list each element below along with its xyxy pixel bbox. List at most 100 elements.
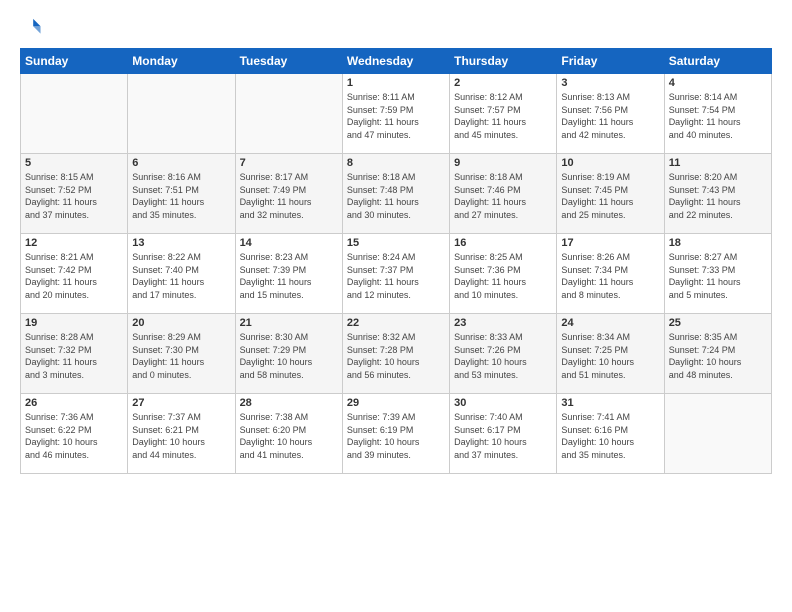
day-number: 11: [669, 157, 767, 169]
day-info: Sunrise: 8:16 AM Sunset: 7:51 PM Dayligh…: [132, 171, 230, 221]
day-cell: 16 Sunrise: 8:25 AM Sunset: 7:36 PM Dayli…: [450, 234, 557, 314]
day-number: 23: [454, 317, 552, 329]
week-row-2: 5 Sunrise: 8:15 AM Sunset: 7:52 PM Daylig…: [21, 154, 772, 234]
day-info: Sunrise: 8:12 AM Sunset: 7:57 PM Dayligh…: [454, 91, 552, 141]
day-cell: [664, 394, 771, 474]
day-cell: 13 Sunrise: 8:22 AM Sunset: 7:40 PM Dayli…: [128, 234, 235, 314]
day-cell: 2 Sunrise: 8:12 AM Sunset: 7:57 PM Daylig…: [450, 74, 557, 154]
day-cell: 17Sunrise: 8:26 AM Sunset: 7:34 PM Dayli…: [557, 234, 664, 314]
day-info: Sunrise: 8:18 AM Sunset: 7:48 PM Dayligh…: [347, 171, 445, 221]
day-number: 2: [454, 77, 552, 89]
day-info: Sunrise: 8:20 AM Sunset: 7:43 PM Dayligh…: [669, 171, 767, 221]
day-cell: 24 Sunrise: 8:34 AM Sunset: 7:25 PM Dayli…: [557, 314, 664, 394]
day-info: Sunrise: 7:36 AM Sunset: 6:22 PM Dayligh…: [25, 411, 123, 461]
day-cell: [21, 74, 128, 154]
day-cell: 20 Sunrise: 8:29 AM Sunset: 7:30 PM Dayli…: [128, 314, 235, 394]
col-header-tuesday: Tuesday: [235, 49, 342, 74]
day-info: Sunrise: 8:25 AM Sunset: 7:36 PM Dayligh…: [454, 251, 552, 301]
day-cell: 6 Sunrise: 8:16 AM Sunset: 7:51 PM Daylig…: [128, 154, 235, 234]
day-number: 27: [132, 397, 230, 409]
day-number: 21: [240, 317, 338, 329]
col-header-wednesday: Wednesday: [342, 49, 449, 74]
day-number: 14: [240, 237, 338, 249]
day-number: 6: [132, 157, 230, 169]
day-info: Sunrise: 7:40 AM Sunset: 6:17 PM Dayligh…: [454, 411, 552, 461]
day-info: Sunrise: 8:18 AM Sunset: 7:46 PM Dayligh…: [454, 171, 552, 221]
day-number: 5: [25, 157, 123, 169]
day-number: 26: [25, 397, 123, 409]
day-info: Sunrise: 8:23 AM Sunset: 7:39 PM Dayligh…: [240, 251, 338, 301]
day-info: Sunrise: 8:17 AM Sunset: 7:49 PM Dayligh…: [240, 171, 338, 221]
day-cell: 12 Sunrise: 8:21 AM Sunset: 7:42 PM Dayli…: [21, 234, 128, 314]
day-info: Sunrise: 8:15 AM Sunset: 7:52 PM Dayligh…: [25, 171, 123, 221]
day-info: Sunrise: 8:22 AM Sunset: 7:40 PM Dayligh…: [132, 251, 230, 301]
week-row-5: 26 Sunrise: 7:36 AM Sunset: 6:22 PM Dayli…: [21, 394, 772, 474]
day-number: 20: [132, 317, 230, 329]
day-number: 9: [454, 157, 552, 169]
day-info: Sunrise: 8:32 AM Sunset: 7:28 PM Dayligh…: [347, 331, 445, 381]
day-info: Sunrise: 8:27 AM Sunset: 7:33 PM Dayligh…: [669, 251, 767, 301]
day-info: Sunrise: 8:30 AM Sunset: 7:29 PM Dayligh…: [240, 331, 338, 381]
day-cell: 22Sunrise: 8:32 AM Sunset: 7:28 PM Dayli…: [342, 314, 449, 394]
col-header-monday: Monday: [128, 49, 235, 74]
header-row: SundayMondayTuesdayWednesdayThursdayFrid…: [21, 49, 772, 74]
week-row-3: 12 Sunrise: 8:21 AM Sunset: 7:42 PM Dayli…: [21, 234, 772, 314]
day-cell: 10Sunrise: 8:19 AM Sunset: 7:45 PM Dayli…: [557, 154, 664, 234]
day-info: Sunrise: 7:38 AM Sunset: 6:20 PM Dayligh…: [240, 411, 338, 461]
day-info: Sunrise: 8:28 AM Sunset: 7:32 PM Dayligh…: [25, 331, 123, 381]
day-info: Sunrise: 8:21 AM Sunset: 7:42 PM Dayligh…: [25, 251, 123, 301]
calendar-table: SundayMondayTuesdayWednesdayThursdayFrid…: [20, 48, 772, 474]
day-number: 28: [240, 397, 338, 409]
col-header-thursday: Thursday: [450, 49, 557, 74]
day-cell: 8 Sunrise: 8:18 AM Sunset: 7:48 PM Daylig…: [342, 154, 449, 234]
day-number: 16: [454, 237, 552, 249]
day-info: Sunrise: 7:37 AM Sunset: 6:21 PM Dayligh…: [132, 411, 230, 461]
day-cell: 28 Sunrise: 7:38 AM Sunset: 6:20 PM Dayli…: [235, 394, 342, 474]
day-cell: 4 Sunrise: 8:14 AM Sunset: 7:54 PM Daylig…: [664, 74, 771, 154]
day-info: Sunrise: 8:11 AM Sunset: 7:59 PM Dayligh…: [347, 91, 445, 141]
day-info: Sunrise: 8:19 AM Sunset: 7:45 PM Dayligh…: [561, 171, 659, 221]
day-number: 30: [454, 397, 552, 409]
logo-icon: [20, 16, 42, 38]
col-header-saturday: Saturday: [664, 49, 771, 74]
day-info: Sunrise: 8:29 AM Sunset: 7:30 PM Dayligh…: [132, 331, 230, 381]
day-number: 29: [347, 397, 445, 409]
day-number: 8: [347, 157, 445, 169]
day-number: 1: [347, 77, 445, 89]
day-cell: 25 Sunrise: 8:35 AM Sunset: 7:24 PM Dayli…: [664, 314, 771, 394]
day-number: 7: [240, 157, 338, 169]
day-cell: 18Sunrise: 8:27 AM Sunset: 7:33 PM Dayli…: [664, 234, 771, 314]
day-info: Sunrise: 7:39 AM Sunset: 6:19 PM Dayligh…: [347, 411, 445, 461]
day-info: Sunrise: 8:14 AM Sunset: 7:54 PM Dayligh…: [669, 91, 767, 141]
day-cell: 31Sunrise: 7:41 AM Sunset: 6:16 PM Dayli…: [557, 394, 664, 474]
day-cell: 5 Sunrise: 8:15 AM Sunset: 7:52 PM Daylig…: [21, 154, 128, 234]
day-cell: 14 Sunrise: 8:23 AM Sunset: 7:39 PM Dayli…: [235, 234, 342, 314]
week-row-1: 1 Sunrise: 8:11 AM Sunset: 7:59 PM Daylig…: [21, 74, 772, 154]
day-number: 4: [669, 77, 767, 89]
day-number: 3: [561, 77, 659, 89]
day-cell: 3Sunrise: 8:13 AM Sunset: 7:56 PM Daylig…: [557, 74, 664, 154]
day-cell: 27 Sunrise: 7:37 AM Sunset: 6:21 PM Dayli…: [128, 394, 235, 474]
day-info: Sunrise: 8:34 AM Sunset: 7:25 PM Dayligh…: [561, 331, 659, 381]
day-cell: 9 Sunrise: 8:18 AM Sunset: 7:46 PM Daylig…: [450, 154, 557, 234]
day-cell: [235, 74, 342, 154]
day-number: 12: [25, 237, 123, 249]
day-cell: 1 Sunrise: 8:11 AM Sunset: 7:59 PM Daylig…: [342, 74, 449, 154]
day-cell: 15 Sunrise: 8:24 AM Sunset: 7:37 PM Dayli…: [342, 234, 449, 314]
day-number: 19: [25, 317, 123, 329]
day-number: 25: [669, 317, 767, 329]
header: [20, 16, 772, 38]
day-cell: 30 Sunrise: 7:40 AM Sunset: 6:17 PM Dayli…: [450, 394, 557, 474]
day-cell: 29 Sunrise: 7:39 AM Sunset: 6:19 PM Dayli…: [342, 394, 449, 474]
day-number: 24: [561, 317, 659, 329]
day-info: Sunrise: 8:24 AM Sunset: 7:37 PM Dayligh…: [347, 251, 445, 301]
logo: [20, 16, 44, 38]
page: SundayMondayTuesdayWednesdayThursdayFrid…: [0, 0, 792, 612]
day-number: 13: [132, 237, 230, 249]
day-cell: 26 Sunrise: 7:36 AM Sunset: 6:22 PM Dayli…: [21, 394, 128, 474]
day-number: 31: [561, 397, 659, 409]
day-number: 15: [347, 237, 445, 249]
day-info: Sunrise: 8:35 AM Sunset: 7:24 PM Dayligh…: [669, 331, 767, 381]
week-row-4: 19 Sunrise: 8:28 AM Sunset: 7:32 PM Dayli…: [21, 314, 772, 394]
day-info: Sunrise: 8:33 AM Sunset: 7:26 PM Dayligh…: [454, 331, 552, 381]
